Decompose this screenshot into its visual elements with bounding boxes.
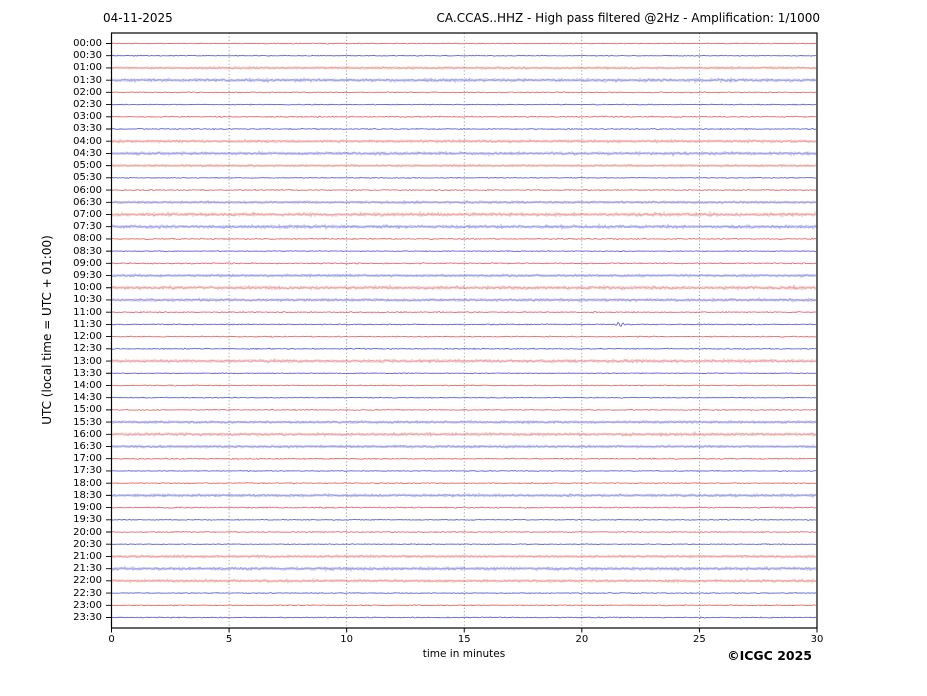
y-tick-label: 02:00 [73, 86, 102, 98]
y-tick-label: 08:00 [73, 233, 102, 245]
y-tick-label: 04:30 [73, 147, 102, 159]
y-tick-label: 07:30 [73, 221, 102, 233]
plot-title: CA.CCAS..HHZ - High pass filtered @2Hz -… [436, 11, 820, 25]
y-tick-label: 22:00 [73, 575, 102, 587]
y-tick-label: 20:00 [73, 526, 102, 538]
y-tick-label: 03:00 [73, 111, 102, 123]
y-tick-label: 18:00 [73, 477, 102, 489]
x-tick-label: 30 [810, 634, 824, 645]
y-tick-label: 06:00 [73, 184, 102, 196]
y-tick-label: 01:00 [73, 62, 102, 74]
y-tick-label: 13:00 [73, 355, 102, 367]
y-tick-label: 17:00 [73, 453, 102, 465]
date-label: 04-11-2025 [103, 11, 173, 25]
y-tick-label: 12:30 [73, 343, 102, 355]
y-tick-label: 11:30 [73, 318, 102, 330]
y-tick-label: 21:00 [73, 550, 102, 562]
y-tick-label: 10:30 [73, 294, 102, 306]
y-tick-label: 15:30 [73, 416, 102, 428]
y-tick-label: 05:00 [73, 160, 102, 172]
y-axis-label: UTC (local time = UTC + 01:00) [40, 235, 54, 425]
y-tick-label: 05:30 [73, 172, 102, 184]
x-tick-label: 20 [575, 634, 589, 645]
y-tick-label: 19:00 [73, 502, 102, 514]
y-tick-label: 03:30 [73, 123, 102, 135]
y-tick-label: 07:00 [73, 208, 102, 220]
y-tick-label: 02:30 [73, 99, 102, 111]
y-tick-label: 23:00 [73, 599, 102, 611]
y-tick-label: 21:30 [73, 563, 102, 575]
x-tick-label: 10 [340, 634, 354, 645]
y-tick-label: 19:30 [73, 514, 102, 526]
y-tick-label: 10:00 [73, 282, 102, 294]
y-tick-label: 01:30 [73, 74, 102, 86]
seismogram-page: 04-11-2025 CA.CCAS..HHZ - High pass filt… [0, 0, 927, 696]
y-tick-label: 18:30 [73, 489, 102, 501]
y-tick-label: 22:30 [73, 587, 102, 599]
y-tick-label: 16:00 [73, 428, 102, 440]
y-tick-label: 04:00 [73, 135, 102, 147]
y-tick-label: 06:30 [73, 196, 102, 208]
y-tick-label: 12:00 [73, 331, 102, 343]
y-tick-label: 11:00 [73, 306, 102, 318]
helicorder-plot-canvas [0, 0, 927, 696]
y-tick-label: 13:30 [73, 367, 102, 379]
x-axis-label: time in minutes [422, 648, 506, 660]
x-tick-label: 5 [225, 634, 233, 645]
y-tick-label: 08:30 [73, 245, 102, 257]
y-tick-label: 17:30 [73, 465, 102, 477]
x-tick-label: 15 [457, 634, 471, 645]
x-tick-label: 0 [108, 634, 115, 645]
y-tick-label: 09:00 [73, 257, 102, 269]
y-tick-label: 14:30 [73, 392, 102, 404]
y-tick-label: 00:00 [73, 38, 102, 49]
y-tick-label: 16:30 [73, 441, 102, 453]
copyright-label: ©ICGC 2025 [727, 648, 812, 663]
y-tick-label: 14:00 [73, 379, 102, 391]
y-tick-label: 23:30 [73, 612, 102, 623]
y-tick-label: 20:30 [73, 538, 102, 550]
x-tick-label: 25 [693, 634, 706, 645]
y-tick-label: 09:30 [73, 270, 102, 282]
y-tick-label: 00:30 [73, 50, 102, 62]
y-tick-label: 15:00 [73, 404, 102, 416]
